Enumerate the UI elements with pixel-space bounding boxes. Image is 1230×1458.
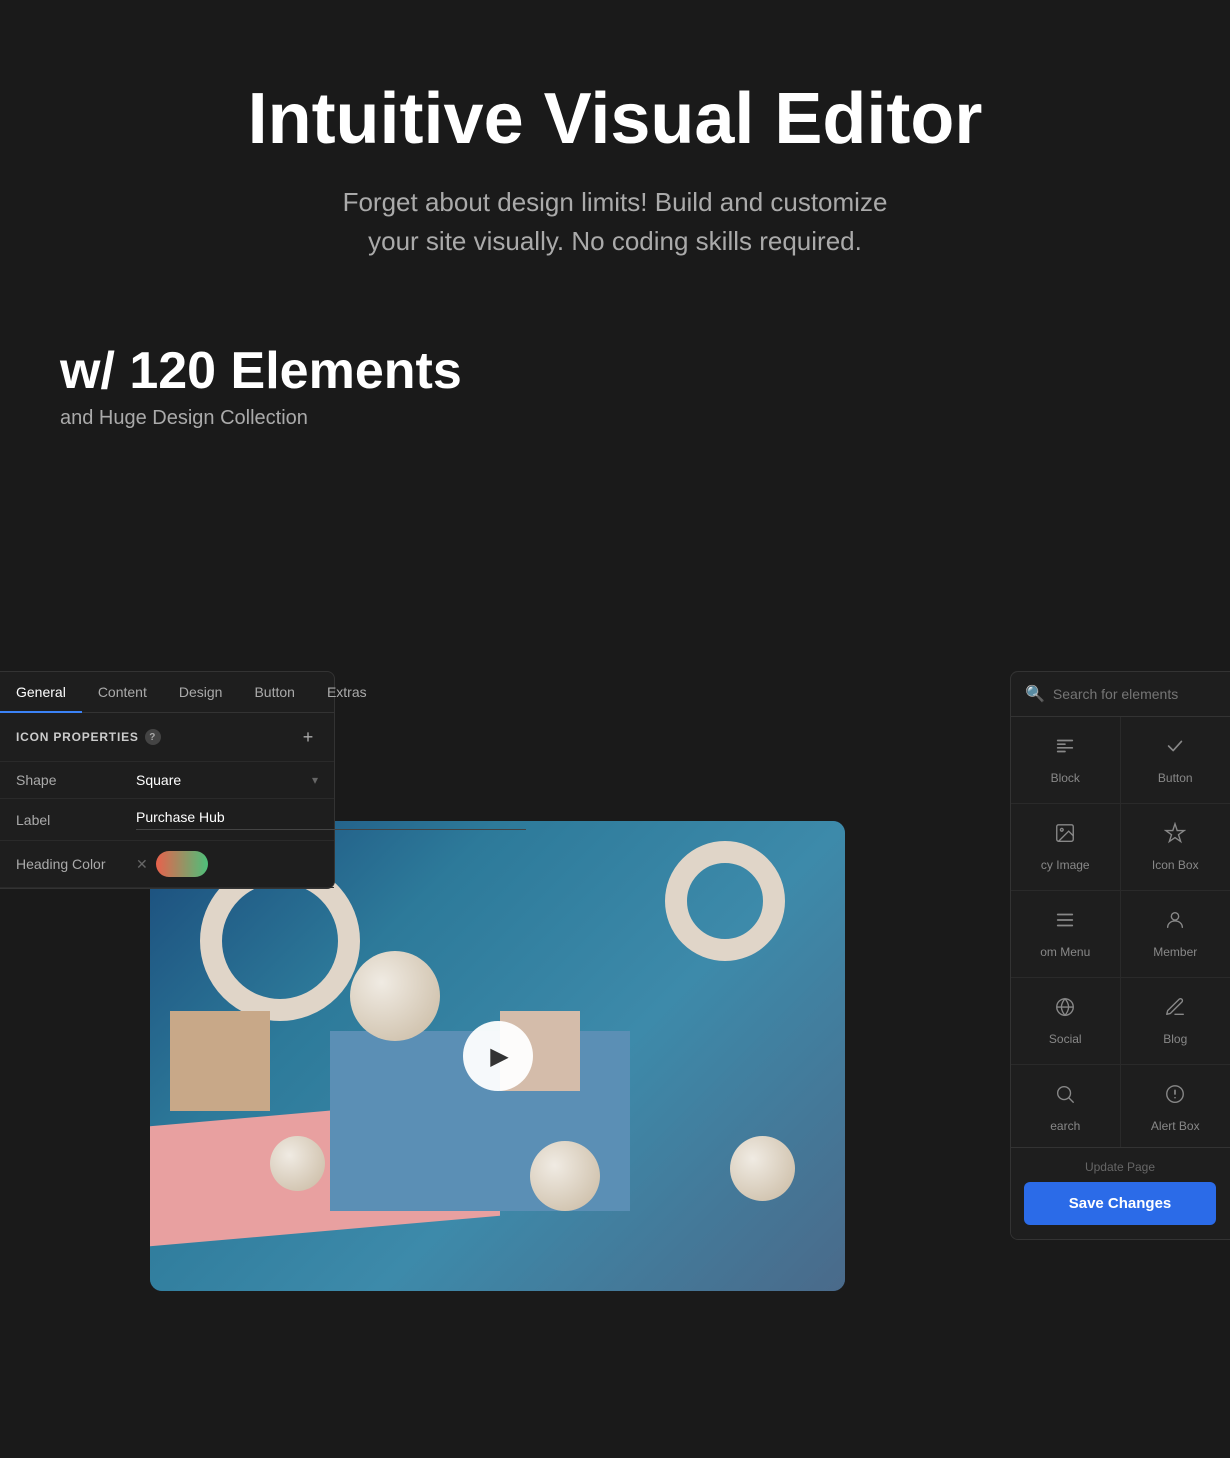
menu-icon — [1054, 909, 1076, 937]
help-icon[interactable]: ? — [145, 729, 161, 745]
search-icon: 🔍 — [1025, 684, 1045, 704]
alertbox-icon — [1164, 1083, 1186, 1111]
element-item-member[interactable]: Member — [1121, 891, 1230, 978]
hero-title: Intuitive Visual Editor — [40, 80, 1190, 159]
element-item-image[interactable]: cy Image — [1011, 804, 1121, 891]
sphere-2 — [270, 1136, 325, 1191]
element-item-blog[interactable]: Blog — [1121, 978, 1230, 1065]
shape-property-row: Shape Square ▾ — [0, 762, 334, 799]
video-container: ▶ — [150, 821, 845, 1291]
label-prop-label: Label — [16, 812, 136, 828]
image-label: cy Image — [1041, 858, 1090, 872]
alertbox-label: Alert Box — [1151, 1119, 1200, 1133]
element-item-social[interactable]: Social — [1011, 978, 1121, 1065]
tab-content[interactable]: Content — [82, 672, 163, 712]
elements-title: w/ 120 Elements — [60, 341, 1170, 401]
heading-color-value: ✕ — [136, 851, 318, 877]
image-icon — [1054, 822, 1076, 850]
label-value: Purchase Hub — [136, 809, 526, 830]
shape-select[interactable]: Square ▾ — [136, 772, 318, 788]
shape-value: Square ▾ — [136, 772, 318, 788]
shape-label: Shape — [16, 772, 136, 788]
member-label: Member — [1153, 945, 1197, 959]
color-swatch[interactable] — [156, 851, 208, 877]
tab-design[interactable]: Design — [163, 672, 239, 712]
iconbox-label: Icon Box — [1152, 858, 1199, 872]
update-label: Update Page — [1024, 1160, 1216, 1174]
element-item-menu[interactable]: om Menu — [1011, 891, 1121, 978]
play-button[interactable]: ▶ — [463, 1021, 533, 1091]
element-item-block[interactable]: Block — [1011, 717, 1121, 804]
elements-section: w/ 120 Elements and Huge Design Collecti… — [0, 301, 1230, 430]
element-item-alertbox[interactable]: Alert Box — [1121, 1065, 1230, 1152]
member-icon — [1164, 909, 1186, 937]
search-bar: 🔍 — [1011, 672, 1230, 717]
play-icon: ▶ — [490, 1042, 508, 1071]
element-item-iconbox[interactable]: Icon Box — [1121, 804, 1230, 891]
blog-icon — [1164, 996, 1186, 1024]
hero-subtitle: Forget about design limits! Build and cu… — [265, 183, 965, 261]
left-panel: General Content Design Button Extras ICO… — [0, 671, 335, 889]
search-label: earch — [1050, 1119, 1080, 1133]
block-label: Block — [1051, 771, 1080, 785]
button-icon — [1164, 735, 1186, 763]
tab-button[interactable]: Button — [238, 672, 310, 712]
add-button[interactable]: + — [298, 727, 318, 747]
element-item-button[interactable]: Button — [1121, 717, 1230, 804]
elements-subtitle: and Huge Design Collection — [60, 407, 1170, 430]
label-input[interactable]: Purchase Hub — [136, 809, 526, 830]
icon-properties-section: ICON PROPERTIES ? + — [0, 713, 334, 762]
social-icon — [1054, 996, 1076, 1024]
video-background: ▶ — [150, 821, 845, 1291]
button-label: Button — [1158, 771, 1193, 785]
element-item-search[interactable]: earch — [1011, 1065, 1121, 1152]
clear-icon[interactable]: ✕ — [136, 856, 148, 873]
iconbox-icon — [1164, 822, 1186, 850]
right-panel: 🔍 Block Button — [1010, 671, 1230, 1240]
sphere-3 — [530, 1141, 600, 1211]
blog-label: Blog — [1163, 1032, 1187, 1046]
section-title: ICON PROPERTIES ? — [16, 729, 161, 745]
save-changes-button[interactable]: Save Changes — [1024, 1182, 1216, 1225]
tab-general[interactable]: General — [0, 672, 82, 712]
search-input[interactable] — [1053, 686, 1230, 702]
heading-color-label: Heading Color — [16, 856, 136, 872]
save-bar: Update Page Save Changes — [1010, 1147, 1230, 1239]
shape-ring-2 — [665, 841, 785, 961]
sphere-4 — [730, 1136, 795, 1201]
section-header: ICON PROPERTIES ? + — [16, 727, 318, 747]
label-property-row: Label Purchase Hub — [0, 799, 334, 841]
tabs-bar: General Content Design Button Extras — [0, 672, 334, 713]
search-el-icon — [1054, 1083, 1076, 1111]
color-control: ✕ — [136, 851, 208, 877]
block-icon — [1054, 735, 1076, 763]
hero-section: Intuitive Visual Editor Forget about des… — [0, 0, 1230, 301]
menu-label: om Menu — [1040, 945, 1090, 959]
shape-box-1 — [170, 1011, 270, 1111]
social-label: Social — [1049, 1032, 1082, 1046]
heading-color-row: Heading Color ✕ — [0, 841, 334, 888]
sphere-1 — [350, 951, 440, 1041]
chevron-down-icon: ▾ — [312, 773, 318, 787]
tab-extras[interactable]: Extras — [311, 672, 383, 712]
